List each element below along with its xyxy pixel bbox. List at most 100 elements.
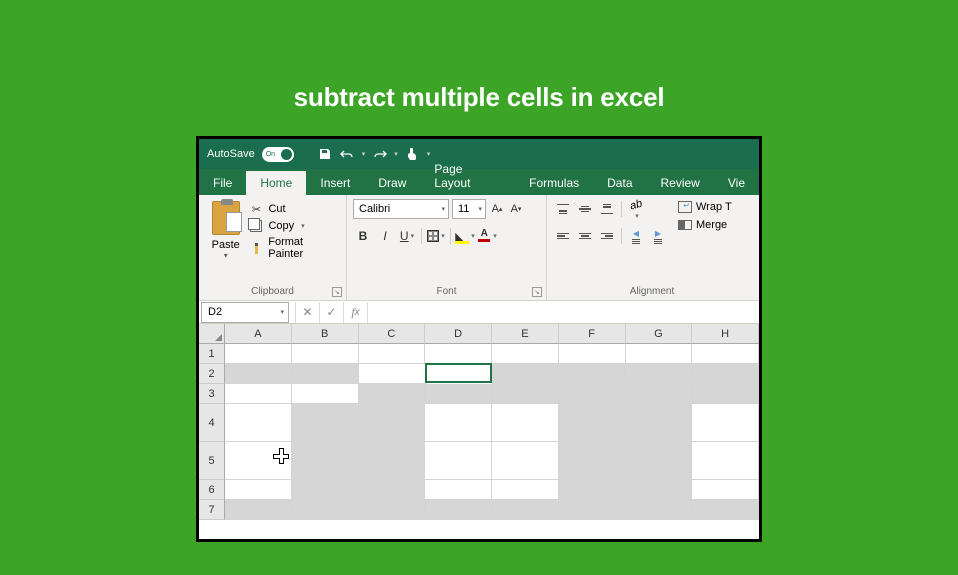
- clipboard-dialog-launcher[interactable]: ↘: [332, 287, 342, 297]
- cell[interactable]: [225, 500, 292, 520]
- tab-view[interactable]: Vie: [714, 171, 759, 195]
- align-right-button[interactable]: [597, 226, 617, 246]
- format-painter-button[interactable]: Format Painter: [249, 236, 340, 260]
- col-header-F[interactable]: F: [559, 324, 626, 344]
- tab-home[interactable]: Home: [246, 171, 306, 195]
- row-header-7[interactable]: 7: [199, 500, 225, 520]
- cell[interactable]: [692, 404, 759, 442]
- tab-insert[interactable]: Insert: [306, 171, 364, 195]
- merge-button[interactable]: Merge: [678, 219, 732, 231]
- cell[interactable]: [692, 442, 759, 480]
- row-header-6[interactable]: 6: [199, 480, 225, 500]
- cell[interactable]: [692, 344, 759, 364]
- fill-color-button[interactable]: ◣ ▾: [455, 226, 475, 246]
- cell[interactable]: [559, 442, 626, 480]
- tab-draw[interactable]: Draw: [364, 171, 420, 195]
- cell[interactable]: [425, 384, 492, 404]
- insert-function-button[interactable]: fx: [343, 302, 367, 323]
- cell[interactable]: [292, 344, 359, 364]
- cell[interactable]: [625, 364, 692, 384]
- cell[interactable]: [558, 364, 625, 384]
- cell[interactable]: [292, 364, 359, 384]
- cell[interactable]: [292, 480, 359, 500]
- cell[interactable]: [626, 500, 693, 520]
- touch-mode-icon[interactable]: [405, 147, 420, 162]
- cell[interactable]: [225, 404, 292, 442]
- cell[interactable]: [692, 500, 759, 520]
- cell[interactable]: [292, 500, 359, 520]
- cell[interactable]: [425, 480, 492, 500]
- cell[interactable]: [492, 344, 559, 364]
- tab-file[interactable]: File: [199, 171, 246, 195]
- align-center-button[interactable]: [575, 226, 595, 246]
- align-top-button[interactable]: [553, 199, 573, 219]
- cell[interactable]: [492, 364, 559, 384]
- tab-formulas[interactable]: Formulas: [515, 171, 593, 195]
- bold-button[interactable]: B: [353, 226, 373, 246]
- orientation-button[interactable]: ab▾: [626, 199, 646, 219]
- tab-data[interactable]: Data: [593, 171, 646, 195]
- cell-active[interactable]: [425, 363, 492, 383]
- cell[interactable]: [359, 384, 426, 404]
- cell[interactable]: [692, 384, 759, 404]
- align-left-button[interactable]: [553, 226, 573, 246]
- increase-indent-button[interactable]: ▶: [648, 226, 668, 246]
- paste-button[interactable]: Paste ▾: [205, 199, 246, 284]
- undo-icon[interactable]: [340, 147, 355, 162]
- col-header-D[interactable]: D: [425, 324, 492, 344]
- cut-button[interactable]: ✂ Cut: [249, 202, 340, 216]
- font-color-button[interactable]: A ▾: [477, 226, 497, 246]
- col-header-B[interactable]: B: [292, 324, 359, 344]
- cell[interactable]: [559, 500, 626, 520]
- spreadsheet-grid[interactable]: A B C D E F G H 1 2 3 4 5 6 7: [199, 324, 759, 539]
- row-header-3[interactable]: 3: [199, 384, 225, 404]
- cell[interactable]: [626, 480, 693, 500]
- cell[interactable]: [359, 404, 426, 442]
- cell[interactable]: [225, 384, 292, 404]
- select-all-corner[interactable]: [199, 324, 225, 344]
- increase-font-button[interactable]: A▴: [489, 199, 505, 219]
- cell[interactable]: [492, 500, 559, 520]
- col-header-C[interactable]: C: [359, 324, 426, 344]
- cell[interactable]: [626, 344, 693, 364]
- cell[interactable]: [492, 404, 559, 442]
- wrap-text-button[interactable]: Wrap T: [678, 201, 732, 213]
- cell[interactable]: [292, 442, 359, 480]
- cell[interactable]: [225, 480, 292, 500]
- cell[interactable]: [559, 384, 626, 404]
- redo-icon[interactable]: [372, 147, 387, 162]
- cell[interactable]: [425, 344, 492, 364]
- align-bottom-button[interactable]: [597, 199, 617, 219]
- cell[interactable]: [225, 344, 292, 364]
- cell[interactable]: [559, 404, 626, 442]
- name-box[interactable]: D2 ▾: [201, 302, 289, 323]
- cell[interactable]: [626, 384, 693, 404]
- cell[interactable]: [359, 480, 426, 500]
- cell[interactable]: [359, 344, 426, 364]
- underline-button[interactable]: U▾: [397, 226, 417, 246]
- autosave-toggle[interactable]: On: [262, 147, 294, 162]
- tab-page-layout[interactable]: Page Layout: [420, 157, 515, 195]
- font-name-combo[interactable]: Calibri ▾: [353, 199, 449, 219]
- cell[interactable]: [692, 364, 759, 384]
- tab-review[interactable]: Review: [647, 171, 714, 195]
- cell[interactable]: [692, 480, 759, 500]
- cell[interactable]: [559, 480, 626, 500]
- formula-bar-input[interactable]: [367, 302, 759, 323]
- cell[interactable]: [425, 442, 492, 480]
- cell[interactable]: [359, 500, 426, 520]
- col-header-G[interactable]: G: [626, 324, 693, 344]
- cell[interactable]: [492, 442, 559, 480]
- col-header-A[interactable]: A: [225, 324, 292, 344]
- cell[interactable]: [359, 364, 426, 384]
- cell[interactable]: [292, 404, 359, 442]
- italic-button[interactable]: I: [375, 226, 395, 246]
- row-header-1[interactable]: 1: [199, 344, 225, 364]
- cell[interactable]: [425, 500, 492, 520]
- borders-button[interactable]: ▾: [426, 226, 446, 246]
- cell[interactable]: [559, 344, 626, 364]
- font-size-combo[interactable]: 11 ▾: [452, 199, 486, 219]
- font-dialog-launcher[interactable]: ↘: [532, 287, 542, 297]
- decrease-indent-button[interactable]: ◀: [626, 226, 646, 246]
- save-icon[interactable]: [318, 147, 333, 162]
